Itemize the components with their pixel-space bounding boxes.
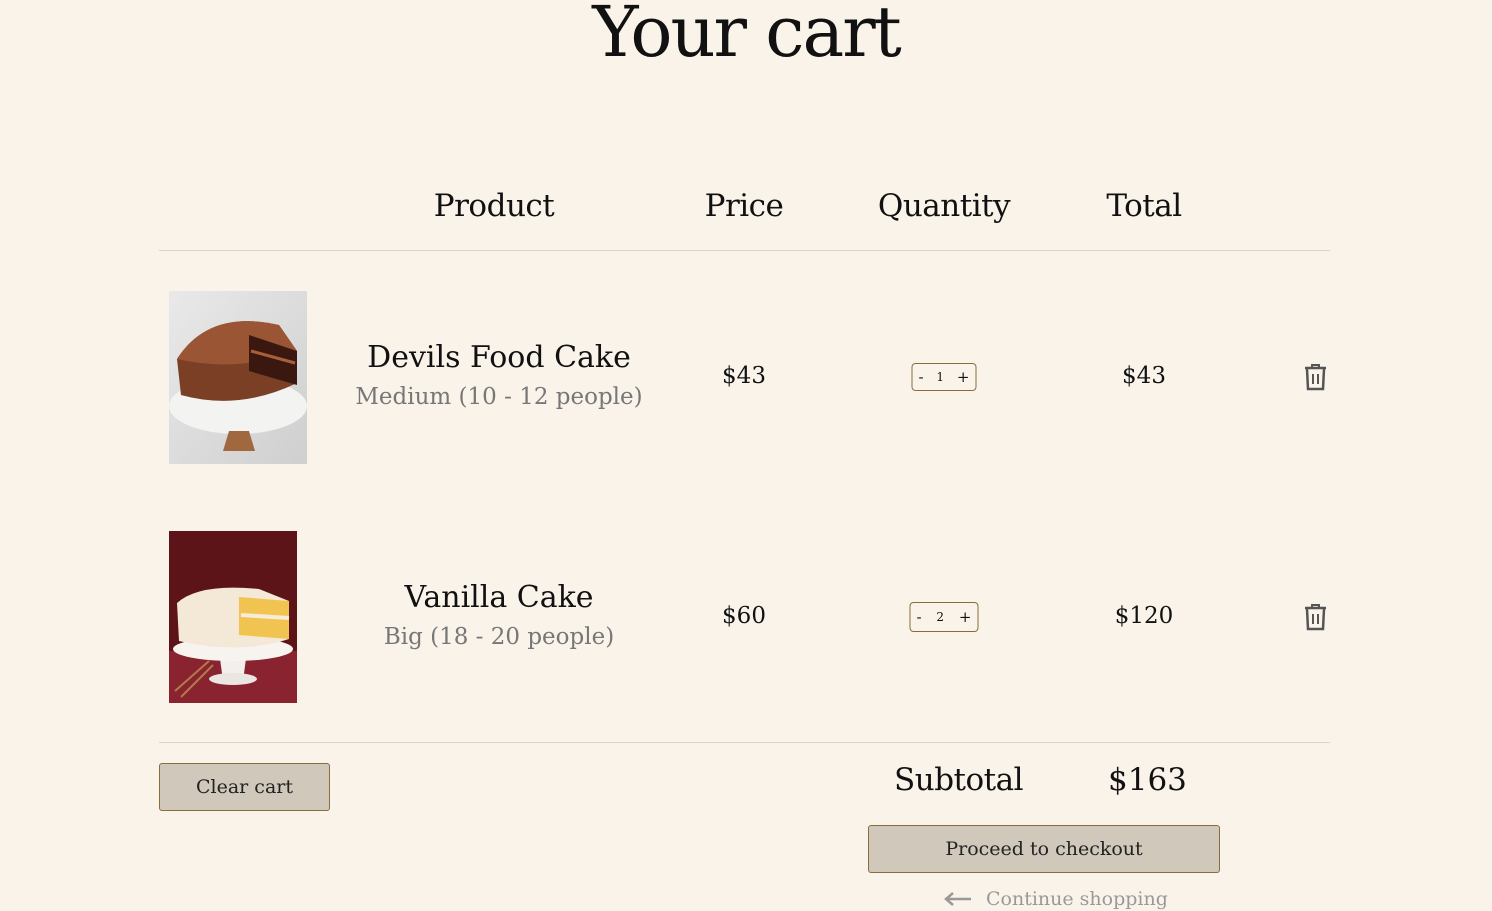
decrement-button[interactable]: - [919, 368, 924, 386]
subtotal-label: Subtotal [894, 762, 1024, 798]
footer-divider [159, 742, 1330, 743]
product-name[interactable]: Devils Food Cake [355, 338, 642, 378]
header-price: Price [704, 188, 784, 224]
header-total: Total [1106, 188, 1182, 224]
trash-icon[interactable] [1303, 603, 1328, 631]
product-info: Vanilla Cake Big (18 - 20 people) [384, 578, 614, 656]
increment-button[interactable]: + [957, 368, 970, 386]
quantity-stepper: - 1 + [911, 363, 977, 391]
quantity-stepper: - 2 + [909, 602, 979, 632]
decrement-button[interactable]: - [917, 608, 922, 626]
product-price: $60 [722, 603, 766, 629]
line-total: $120 [1114, 603, 1174, 629]
continue-shopping-label: Continue shopping [986, 888, 1168, 910]
quantity-value: 1 [936, 370, 945, 384]
clear-cart-button[interactable]: Clear cart [159, 763, 330, 811]
arrow-left-icon [944, 892, 971, 906]
subtotal-value: $163 [1108, 762, 1187, 798]
product-price: $43 [722, 363, 766, 389]
header-product: Product [433, 188, 555, 224]
product-name[interactable]: Vanilla Cake [384, 578, 614, 618]
header-divider [159, 250, 1330, 251]
product-variant: Big (18 - 20 people) [383, 624, 615, 650]
chocolate-cake-image [169, 291, 307, 464]
product-info: Devils Food Cake Medium (10 - 12 people) [355, 338, 642, 416]
page-title: Your cart [592, 0, 902, 73]
header-quantity: Quantity [877, 188, 1011, 224]
checkout-button[interactable]: Proceed to checkout [868, 825, 1220, 873]
increment-button[interactable]: + [959, 608, 972, 626]
line-total: $43 [1122, 363, 1166, 389]
quantity-value: 2 [936, 610, 945, 624]
trash-icon[interactable] [1303, 363, 1328, 391]
product-variant: Medium (10 - 12 people) [355, 384, 643, 410]
continue-shopping-link[interactable]: Continue shopping [944, 888, 1168, 910]
vanilla-cake-image [169, 531, 297, 703]
